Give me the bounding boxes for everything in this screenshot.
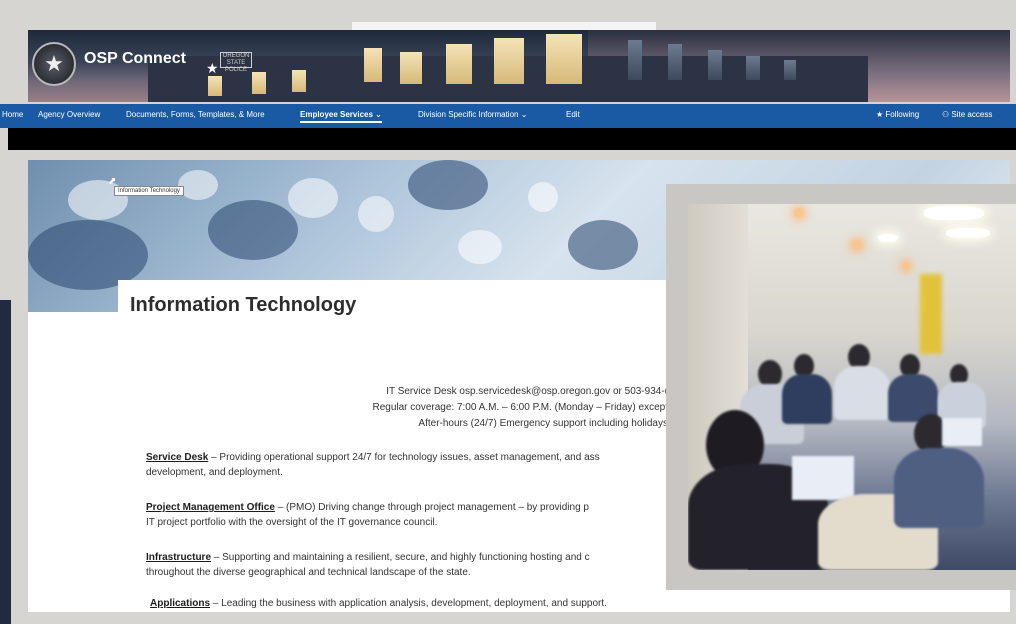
nav-employee-services[interactable]: Employee Services ⌄ xyxy=(300,110,382,123)
nav-edit[interactable]: Edit xyxy=(566,110,580,119)
section-text: – (PMO) Driving change through project m… xyxy=(274,502,589,513)
black-bar xyxy=(8,128,1016,150)
section-text-cont: throughout the diverse geographical and … xyxy=(146,567,471,578)
contact-line-3: After-hours (24/7) Emergency support inc… xyxy=(418,418,668,429)
page-title: Information Technology xyxy=(130,294,357,316)
nav-documents-forms[interactable]: Documents, Forms, Templates, & More xyxy=(126,110,265,119)
section-text-cont: IT project portfolio with the oversight … xyxy=(146,517,438,528)
nav-division-info[interactable]: Division Specific Information ⌄ xyxy=(418,110,527,119)
section-text: – Leading the business with application … xyxy=(210,598,607,609)
building-sign: OREGON STATE POLICE xyxy=(220,52,252,73)
chevron-down-icon: ⌄ xyxy=(520,110,528,119)
site-title[interactable]: OSP Connect xyxy=(84,50,186,68)
star-icon: ★ xyxy=(876,110,884,119)
chevron-down-icon: ⌄ xyxy=(375,110,382,119)
header-banner: ★ OSP Connect ★ OREGON STATE POLICE xyxy=(28,30,1010,102)
section-text: – Supporting and maintaining a resilient… xyxy=(211,552,590,563)
people-icon: ⚇ xyxy=(942,110,950,119)
section-heading[interactable]: Applications xyxy=(150,598,210,609)
section-heading[interactable]: Infrastructure xyxy=(146,552,211,563)
section-text: – Providing operational support 24/7 for… xyxy=(208,452,600,463)
section-service-desk: Service Desk – Providing operational sup… xyxy=(146,450,706,480)
nav-division-info-label: Division Specific Information xyxy=(418,110,519,119)
star-badge-icon[interactable]: ★ xyxy=(32,42,76,86)
section-heading[interactable]: Project Management Office xyxy=(146,502,275,513)
top-navigation: Home Agency Overview Documents, Forms, T… xyxy=(0,104,1016,128)
section-pmo: Project Management Office – (PMO) Drivin… xyxy=(146,500,706,530)
nav-agency-overview[interactable]: Agency Overview xyxy=(38,110,100,119)
section-infrastructure: Infrastructure – Supporting and maintain… xyxy=(146,550,706,580)
star-icon: ★ xyxy=(206,60,219,76)
site-access-button[interactable]: ⚇ Site access xyxy=(942,110,992,119)
nav-home[interactable]: Home xyxy=(2,110,23,119)
section-applications: Applications – Leading the business with… xyxy=(150,596,750,611)
contact-line-2: Regular coverage: 7:00 A.M. – 6:00 P.M. … xyxy=(372,402,668,413)
sharepoint-header-screenshot: ★ OSP Connect ★ OREGON STATE POLICE Home… xyxy=(0,22,1016,156)
section-heading[interactable]: Service Desk xyxy=(146,452,208,463)
following-button[interactable]: ★ Following xyxy=(876,110,919,119)
seminar-photo xyxy=(688,204,1016,570)
hover-tooltip: Information Technology xyxy=(114,186,184,196)
dark-side-panel xyxy=(0,300,11,624)
following-label: Following xyxy=(885,110,920,119)
contact-line-1: IT Service Desk osp.servicedesk@osp.oreg… xyxy=(386,386,668,397)
site-access-label: Site access xyxy=(951,110,993,119)
nav-employee-services-label: Employee Services xyxy=(300,110,373,119)
section-text-cont: development, and deployment. xyxy=(146,467,283,478)
